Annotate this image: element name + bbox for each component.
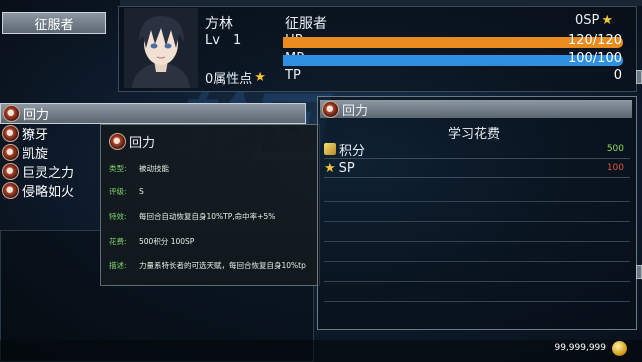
- tooltip-value: 500积分 100SP: [139, 237, 195, 246]
- coin-icon: [612, 341, 627, 356]
- skill-label: 侵略如火: [22, 185, 75, 200]
- cost-row-points: 积分 500: [324, 140, 630, 159]
- tooltip-key: 花费:: [109, 237, 127, 246]
- footer-bar: [0, 340, 642, 362]
- divider: [324, 261, 630, 262]
- character-name: 方林: [205, 16, 233, 32]
- tp-value: 0: [613, 68, 622, 83]
- skill-item-huili[interactable]: 回力: [0, 103, 306, 124]
- attribute-points-text: 0属性点: [205, 72, 253, 87]
- tooltip-title: 回力: [129, 136, 156, 151]
- character-class: 征服者: [285, 16, 327, 32]
- tooltip-value: 被动技能: [139, 164, 169, 173]
- skill-icon: [2, 144, 19, 161]
- tooltip-key: 特效:: [109, 212, 127, 221]
- mp-value: 100/100: [567, 51, 622, 66]
- skill-icon: [2, 125, 19, 142]
- skill-label: 回力: [23, 108, 50, 123]
- level-label: Lv: [205, 33, 220, 48]
- money-amount: 99,999,999: [554, 343, 606, 353]
- class-tab[interactable]: 征服者: [2, 12, 106, 34]
- tooltip-skill-icon: [109, 133, 126, 150]
- skill-points: 0SP ★: [575, 13, 613, 28]
- tooltip-row-cost: 花费: 500积分 100SP: [109, 236, 194, 247]
- tooltip-value: S: [139, 187, 144, 196]
- tooltip-key: 类型:: [109, 164, 127, 173]
- skill-icon: [3, 105, 20, 122]
- skill-label: 巨灵之力: [22, 166, 75, 181]
- skill-label: 獠牙: [22, 128, 49, 143]
- cost-value: 500: [606, 144, 624, 154]
- points-icon: [324, 143, 336, 155]
- divider: [324, 241, 630, 242]
- skill-points-text: 0SP: [575, 13, 600, 28]
- tooltip-row-effect: 特效: 每回合自动恢复自身10%TP,命中率+5%: [109, 211, 275, 222]
- sp-star-icon: ★: [601, 13, 614, 28]
- cost-label: 积分: [339, 143, 366, 159]
- character-portrait: [124, 8, 198, 88]
- cost-label: SP: [338, 160, 355, 176]
- detail-title: 回力: [342, 103, 369, 119]
- divider: [324, 221, 630, 222]
- tooltip-header: 回力: [109, 132, 155, 151]
- skill-detail-panel: 回力 学习花费 积分 500 ★ SP 100: [317, 96, 637, 330]
- attribute-points[interactable]: 0属性点 ★: [205, 68, 266, 87]
- scroll-handle[interactable]: [636, 70, 642, 84]
- cost-row-sp: ★ SP 100: [324, 159, 630, 178]
- tooltip-row-grade: 评级: S: [109, 186, 144, 197]
- scroll-handle[interactable]: [636, 265, 642, 279]
- tp-label: TP: [285, 68, 301, 83]
- skill-label: 凯旋: [22, 147, 49, 162]
- sp-star-icon: ★: [324, 160, 336, 176]
- detail-skill-icon: [322, 100, 339, 118]
- hp-value: 120/120: [567, 33, 622, 48]
- tooltip-key: 描述:: [109, 261, 127, 270]
- skill-icon: [2, 182, 19, 199]
- tooltip-row-desc: 描述: 力量系特长者的可选天赋，每回合恢复自身10%tp: [109, 260, 306, 271]
- cost-value: 100: [606, 163, 624, 173]
- skill-icon: [2, 163, 19, 180]
- tooltip-key: 评级:: [109, 187, 127, 196]
- divider: [324, 301, 630, 302]
- tooltip-row-type: 类型: 被动技能: [109, 163, 169, 174]
- star-icon: ★: [254, 70, 266, 85]
- divider: [324, 281, 630, 282]
- divider: [324, 201, 630, 202]
- level-value: 1: [233, 33, 242, 48]
- tooltip-value: 每回合自动恢复自身10%TP,命中率+5%: [139, 212, 276, 221]
- detail-title-bar: 回力: [320, 100, 632, 119]
- tooltip-value: 力量系特长者的可选天赋，每回合恢复自身10%tp: [139, 261, 306, 270]
- skill-tooltip: 回力 类型: 被动技能 评级: S 特效: 每回合自动恢复自身10%TP,命中率+5%…: [100, 124, 320, 286]
